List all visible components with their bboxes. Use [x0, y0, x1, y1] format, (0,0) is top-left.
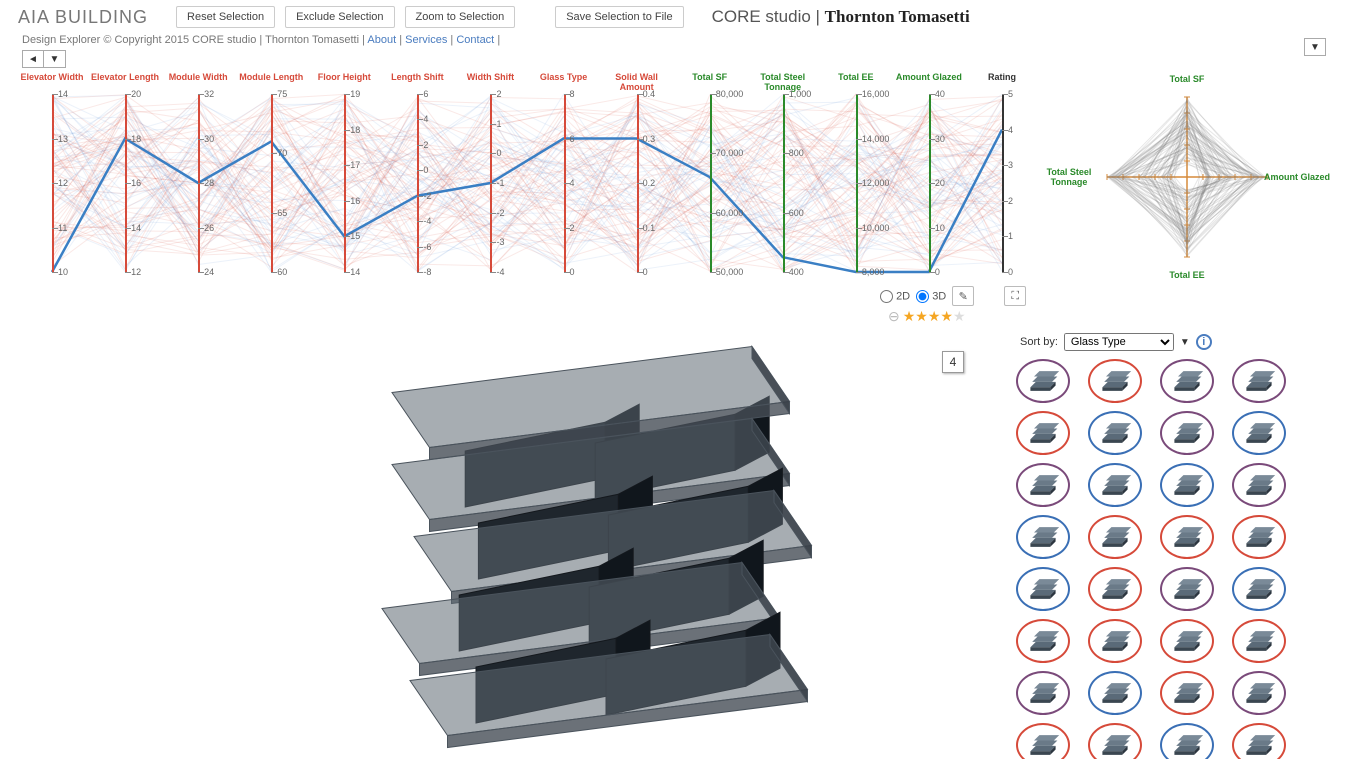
design-thumbnail[interactable]: [1160, 463, 1214, 507]
radar-axis-left: Total Steel Tonnage: [1044, 167, 1094, 187]
design-thumbnail[interactable]: [1160, 723, 1214, 759]
axis-label: Amount Glazed: [894, 72, 964, 82]
design-thumbnail[interactable]: [1232, 463, 1286, 507]
radar-axis-right: Amount Glazed: [1264, 172, 1330, 182]
reset-selection-button[interactable]: Reset Selection: [176, 6, 275, 28]
design-thumbnail[interactable]: [1016, 619, 1070, 663]
star-icon[interactable]: ★: [940, 308, 953, 324]
axis-label: Rating: [967, 72, 1037, 82]
prev-arrow-button[interactable]: ◄: [22, 50, 44, 68]
design-thumbnail[interactable]: [1160, 359, 1214, 403]
main-3d-viewport[interactable]: 4: [0, 329, 1010, 759]
services-link[interactable]: Services: [405, 34, 447, 46]
radar-axis-top: Total SF: [1170, 74, 1205, 84]
zoom-selection-button[interactable]: Zoom to Selection: [405, 6, 516, 28]
design-thumbnail[interactable]: [1160, 411, 1214, 455]
minus-icon[interactable]: ⊖: [888, 308, 900, 325]
design-thumbnail[interactable]: [1160, 515, 1214, 559]
axis-label: Module Length: [236, 72, 306, 82]
app-title: AIA BUILDING: [18, 7, 148, 28]
save-selection-button[interactable]: Save Selection to File: [555, 6, 683, 28]
mode-3d-radio[interactable]: 3D: [916, 290, 946, 303]
design-thumbnail[interactable]: [1232, 359, 1286, 403]
design-thumbnail[interactable]: [1016, 359, 1070, 403]
axis-label: Elevator Length: [90, 72, 160, 82]
design-thumbnail[interactable]: [1016, 463, 1070, 507]
radar-dropdown-button[interactable]: ▼: [1304, 38, 1326, 56]
fullscreen-icon[interactable]: ⛶: [1004, 286, 1026, 306]
mode-2d-radio[interactable]: 2D: [880, 290, 910, 303]
design-thumbnail[interactable]: [1160, 671, 1214, 715]
parallel-coords-chart[interactable]: Elevator Width1011121314Elevator Length1…: [22, 72, 1032, 282]
design-thumbnail[interactable]: [1016, 567, 1070, 611]
design-thumbnail[interactable]: [1088, 723, 1142, 759]
axis-label: Width Shift: [455, 72, 525, 82]
design-thumbnail[interactable]: [1088, 463, 1142, 507]
design-thumbnail[interactable]: [1088, 567, 1142, 611]
design-thumbnail[interactable]: [1016, 723, 1070, 759]
copyright-text: Design Explorer © Copyright 2015 CORE st…: [22, 34, 367, 46]
star-icon[interactable]: ★: [928, 308, 941, 324]
axis-label: Total SF: [675, 72, 745, 82]
brand-studio: CORE studio: [712, 7, 811, 26]
design-thumbnail[interactable]: [1160, 619, 1214, 663]
design-thumbnail[interactable]: [1160, 567, 1214, 611]
axis-label: Floor Height: [309, 72, 379, 82]
design-thumbnail[interactable]: [1088, 671, 1142, 715]
design-thumbnail[interactable]: [1016, 411, 1070, 455]
design-thumbnail[interactable]: [1016, 671, 1070, 715]
design-thumbnail[interactable]: [1088, 359, 1142, 403]
design-thumbnail[interactable]: [1232, 723, 1286, 759]
star-icon[interactable]: ★: [903, 308, 916, 324]
design-thumbnail[interactable]: [1232, 515, 1286, 559]
axis-label: Length Shift: [382, 72, 452, 82]
radar-chart[interactable]: ▼ Total SF Amount Glazed Total EE Total …: [1042, 72, 1332, 282]
axis-label: Elevator Width: [17, 72, 87, 82]
about-link[interactable]: About: [367, 34, 396, 46]
axis-label: Glass Type: [529, 72, 599, 82]
star-icon[interactable]: ★: [953, 308, 966, 324]
design-thumbnail[interactable]: [1232, 619, 1286, 663]
edit-icon[interactable]: ✎: [952, 286, 974, 306]
contact-link[interactable]: Contact: [456, 34, 494, 46]
design-thumbnail[interactable]: [1232, 567, 1286, 611]
axis-label: Solid Wall Amount: [602, 72, 672, 92]
rating-stars[interactable]: ⊖ ★★★★★: [888, 308, 1350, 325]
thumbnail-scroll[interactable]: [1010, 355, 1330, 759]
design-thumbnail[interactable]: [1232, 671, 1286, 715]
exclude-selection-button[interactable]: Exclude Selection: [285, 6, 394, 28]
design-thumbnail[interactable]: [1088, 411, 1142, 455]
design-thumbnail[interactable]: [1088, 619, 1142, 663]
copyright-line: Design Explorer © Copyright 2015 CORE st…: [0, 34, 1350, 50]
selection-count-badge: 4: [942, 351, 964, 373]
brand: CORE studio | Thornton Tomasetti: [712, 7, 970, 27]
star-icon[interactable]: ★: [915, 308, 928, 324]
axis-label: Module Width: [163, 72, 233, 82]
sort-select[interactable]: Glass TypeTotal SFTotal EERating: [1064, 333, 1174, 351]
brand-firm: Thornton Tomasetti: [825, 7, 970, 26]
design-thumbnail[interactable]: [1088, 515, 1142, 559]
radar-axis-bottom: Total EE: [1169, 270, 1204, 280]
sort-label: Sort by:: [1020, 336, 1058, 348]
design-thumbnail[interactable]: [1232, 411, 1286, 455]
design-thumbnail[interactable]: [1016, 515, 1070, 559]
dropdown-arrow-button[interactable]: ▼: [44, 50, 66, 68]
brand-sep: |: [811, 7, 825, 26]
info-icon[interactable]: i: [1196, 334, 1212, 350]
axis-label: Total EE: [821, 72, 891, 82]
